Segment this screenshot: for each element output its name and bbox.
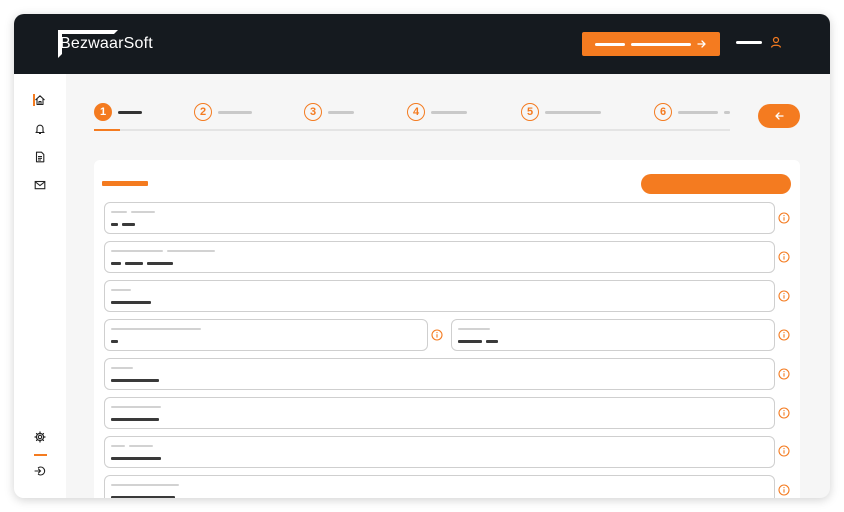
logo[interactable]: BezwaarSoft xyxy=(52,28,153,60)
field-label xyxy=(111,289,131,291)
field-label xyxy=(111,250,215,252)
top-bar: BezwaarSoft xyxy=(14,14,830,74)
field-value xyxy=(111,340,118,343)
main-content: 1 2 3 4 5 6 xyxy=(66,74,830,498)
sidebar-divider xyxy=(34,454,47,456)
field-label xyxy=(111,367,133,369)
arrow-left-icon xyxy=(775,112,784,120)
app-window: BezwaarSoft 1 2 3 4 5 6 xyxy=(14,14,830,498)
info-icon[interactable] xyxy=(778,251,790,263)
form-field[interactable] xyxy=(104,436,775,468)
field-label xyxy=(111,328,201,330)
form-field[interactable] xyxy=(104,280,775,312)
step-3[interactable]: 3 xyxy=(304,102,354,122)
form-field[interactable] xyxy=(104,202,775,234)
step-4[interactable]: 4 xyxy=(407,102,467,122)
arrow-right-icon xyxy=(697,40,706,48)
home-icon xyxy=(35,95,45,106)
stepper: 1 2 3 4 5 6 xyxy=(94,102,730,132)
sidebar-item-documents[interactable] xyxy=(32,149,48,165)
header-action-button[interactable] xyxy=(582,32,720,56)
field-label xyxy=(111,445,153,447)
step-track xyxy=(94,129,730,131)
field-value xyxy=(111,379,159,382)
field-value xyxy=(458,340,498,343)
info-icon[interactable] xyxy=(778,445,790,457)
user-name xyxy=(736,40,762,44)
info-icon[interactable] xyxy=(778,290,790,302)
mail-icon xyxy=(34,180,46,190)
form-panel xyxy=(94,160,800,498)
info-icon[interactable] xyxy=(778,329,790,341)
form-field[interactable] xyxy=(451,319,775,351)
step-progress xyxy=(94,129,120,131)
step-number: 3 xyxy=(304,103,322,121)
field-value xyxy=(111,223,135,226)
user-menu[interactable] xyxy=(736,36,782,48)
sidebar-item-logout[interactable] xyxy=(32,463,48,479)
info-icon[interactable] xyxy=(778,407,790,419)
form-field[interactable] xyxy=(104,358,775,390)
brand-name: BezwaarSoft xyxy=(60,35,153,52)
info-icon[interactable] xyxy=(778,212,790,224)
gear-icon xyxy=(34,431,46,443)
field-value xyxy=(111,496,175,498)
step-number: 2 xyxy=(194,103,212,121)
field-value xyxy=(111,301,151,304)
step-number: 4 xyxy=(407,103,425,121)
form-field[interactable] xyxy=(104,319,428,351)
bell-icon xyxy=(35,124,45,135)
form-title xyxy=(102,181,148,186)
form-field[interactable] xyxy=(104,397,775,429)
sidebar-item-home[interactable] xyxy=(32,92,48,108)
field-label xyxy=(111,211,155,213)
field-value xyxy=(111,418,159,421)
info-icon[interactable] xyxy=(778,484,790,496)
form-field[interactable] xyxy=(104,241,775,273)
step-label xyxy=(118,110,142,114)
form-action-button[interactable] xyxy=(641,174,791,194)
step-label xyxy=(724,110,730,114)
step-6[interactable]: 6 xyxy=(654,102,730,122)
logout-icon xyxy=(34,466,46,476)
header-action-label-part xyxy=(631,42,691,46)
field-label xyxy=(111,484,179,486)
step-2[interactable]: 2 xyxy=(194,102,252,122)
sidebar-item-settings[interactable] xyxy=(32,429,48,445)
step-1[interactable]: 1 xyxy=(94,102,142,122)
sidebar-item-notifications[interactable] xyxy=(32,121,48,137)
header-action-label-part xyxy=(595,42,625,46)
form-field[interactable] xyxy=(104,475,775,498)
step-number: 1 xyxy=(94,103,112,121)
user-icon xyxy=(770,36,782,48)
step-label xyxy=(545,110,601,114)
info-icon[interactable] xyxy=(778,368,790,380)
step-5[interactable]: 5 xyxy=(521,102,601,122)
sidebar xyxy=(14,74,66,498)
field-label xyxy=(111,406,161,408)
field-label xyxy=(458,328,490,330)
sidebar-item-messages[interactable] xyxy=(32,177,48,193)
step-label xyxy=(678,110,718,114)
info-icon[interactable] xyxy=(431,329,443,341)
step-label xyxy=(328,110,354,114)
step-label xyxy=(431,110,467,114)
step-label xyxy=(218,110,252,114)
field-value xyxy=(111,457,161,460)
back-button[interactable] xyxy=(758,104,800,128)
step-number: 6 xyxy=(654,103,672,121)
step-number: 5 xyxy=(521,103,539,121)
field-value xyxy=(111,262,173,265)
document-icon xyxy=(35,151,45,163)
